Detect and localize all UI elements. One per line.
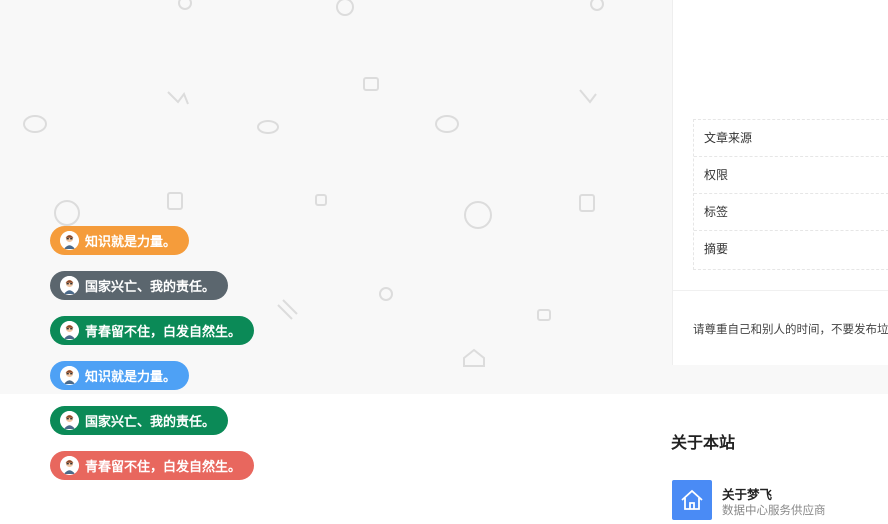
tag-label: 知识就是力量。 xyxy=(85,370,177,385)
about-site-desc: 数据中心服务供应商 xyxy=(722,503,826,517)
tag-label: 青春留不住，白发自然生。 xyxy=(85,460,242,475)
page: 文章来源 权限 标签 摘要 请尊重自己和别人的时间，不要发布垃 知识就是力量。国… xyxy=(0,0,888,524)
meta-row-summary: 摘要 xyxy=(704,242,729,256)
tag-label: 国家兴亡、我的责任。 xyxy=(85,280,216,295)
meta-row-source: 文章来源 xyxy=(694,120,888,157)
notice-text: 请尊重自己和别人的时间，不要发布垃 xyxy=(693,322,888,336)
tag-pill[interactable]: 知识就是力量。 xyxy=(50,226,190,255)
meta-row-tags: 标签 xyxy=(694,194,888,231)
tag-pill[interactable]: 青春留不住，白发自然生。 xyxy=(50,451,255,480)
tag-pill[interactable]: 青春留不住，白发自然生。 xyxy=(50,316,255,345)
avatar-icon xyxy=(60,366,79,385)
tag-pill[interactable]: 国家兴亡、我的责任。 xyxy=(50,406,229,435)
avatar-icon xyxy=(60,321,79,340)
avatar-icon xyxy=(60,411,79,430)
tag-pill[interactable]: 国家兴亡、我的责任。 xyxy=(50,271,229,300)
tag-label: 国家兴亡、我的责任。 xyxy=(85,415,216,430)
avatar-icon xyxy=(60,276,79,295)
home-icon[interactable] xyxy=(672,480,712,520)
about-title: 关于本站 xyxy=(671,433,736,452)
meta-table: 文章来源 权限 标签 摘要 xyxy=(693,119,888,270)
divider xyxy=(673,290,888,291)
tag-label: 知识就是力量。 xyxy=(85,235,177,250)
avatar-icon xyxy=(60,231,79,250)
meta-row-permission: 权限 xyxy=(694,157,888,194)
tag-pill[interactable]: 知识就是力量。 xyxy=(50,361,190,390)
tag-label: 青春留不住，白发自然生。 xyxy=(85,325,242,340)
avatar-icon xyxy=(60,456,79,475)
article-info-card: 文章来源 权限 标签 摘要 请尊重自己和别人的时间，不要发布垃 xyxy=(672,0,888,365)
about-site-name[interactable]: 关于梦飞 xyxy=(722,484,772,503)
